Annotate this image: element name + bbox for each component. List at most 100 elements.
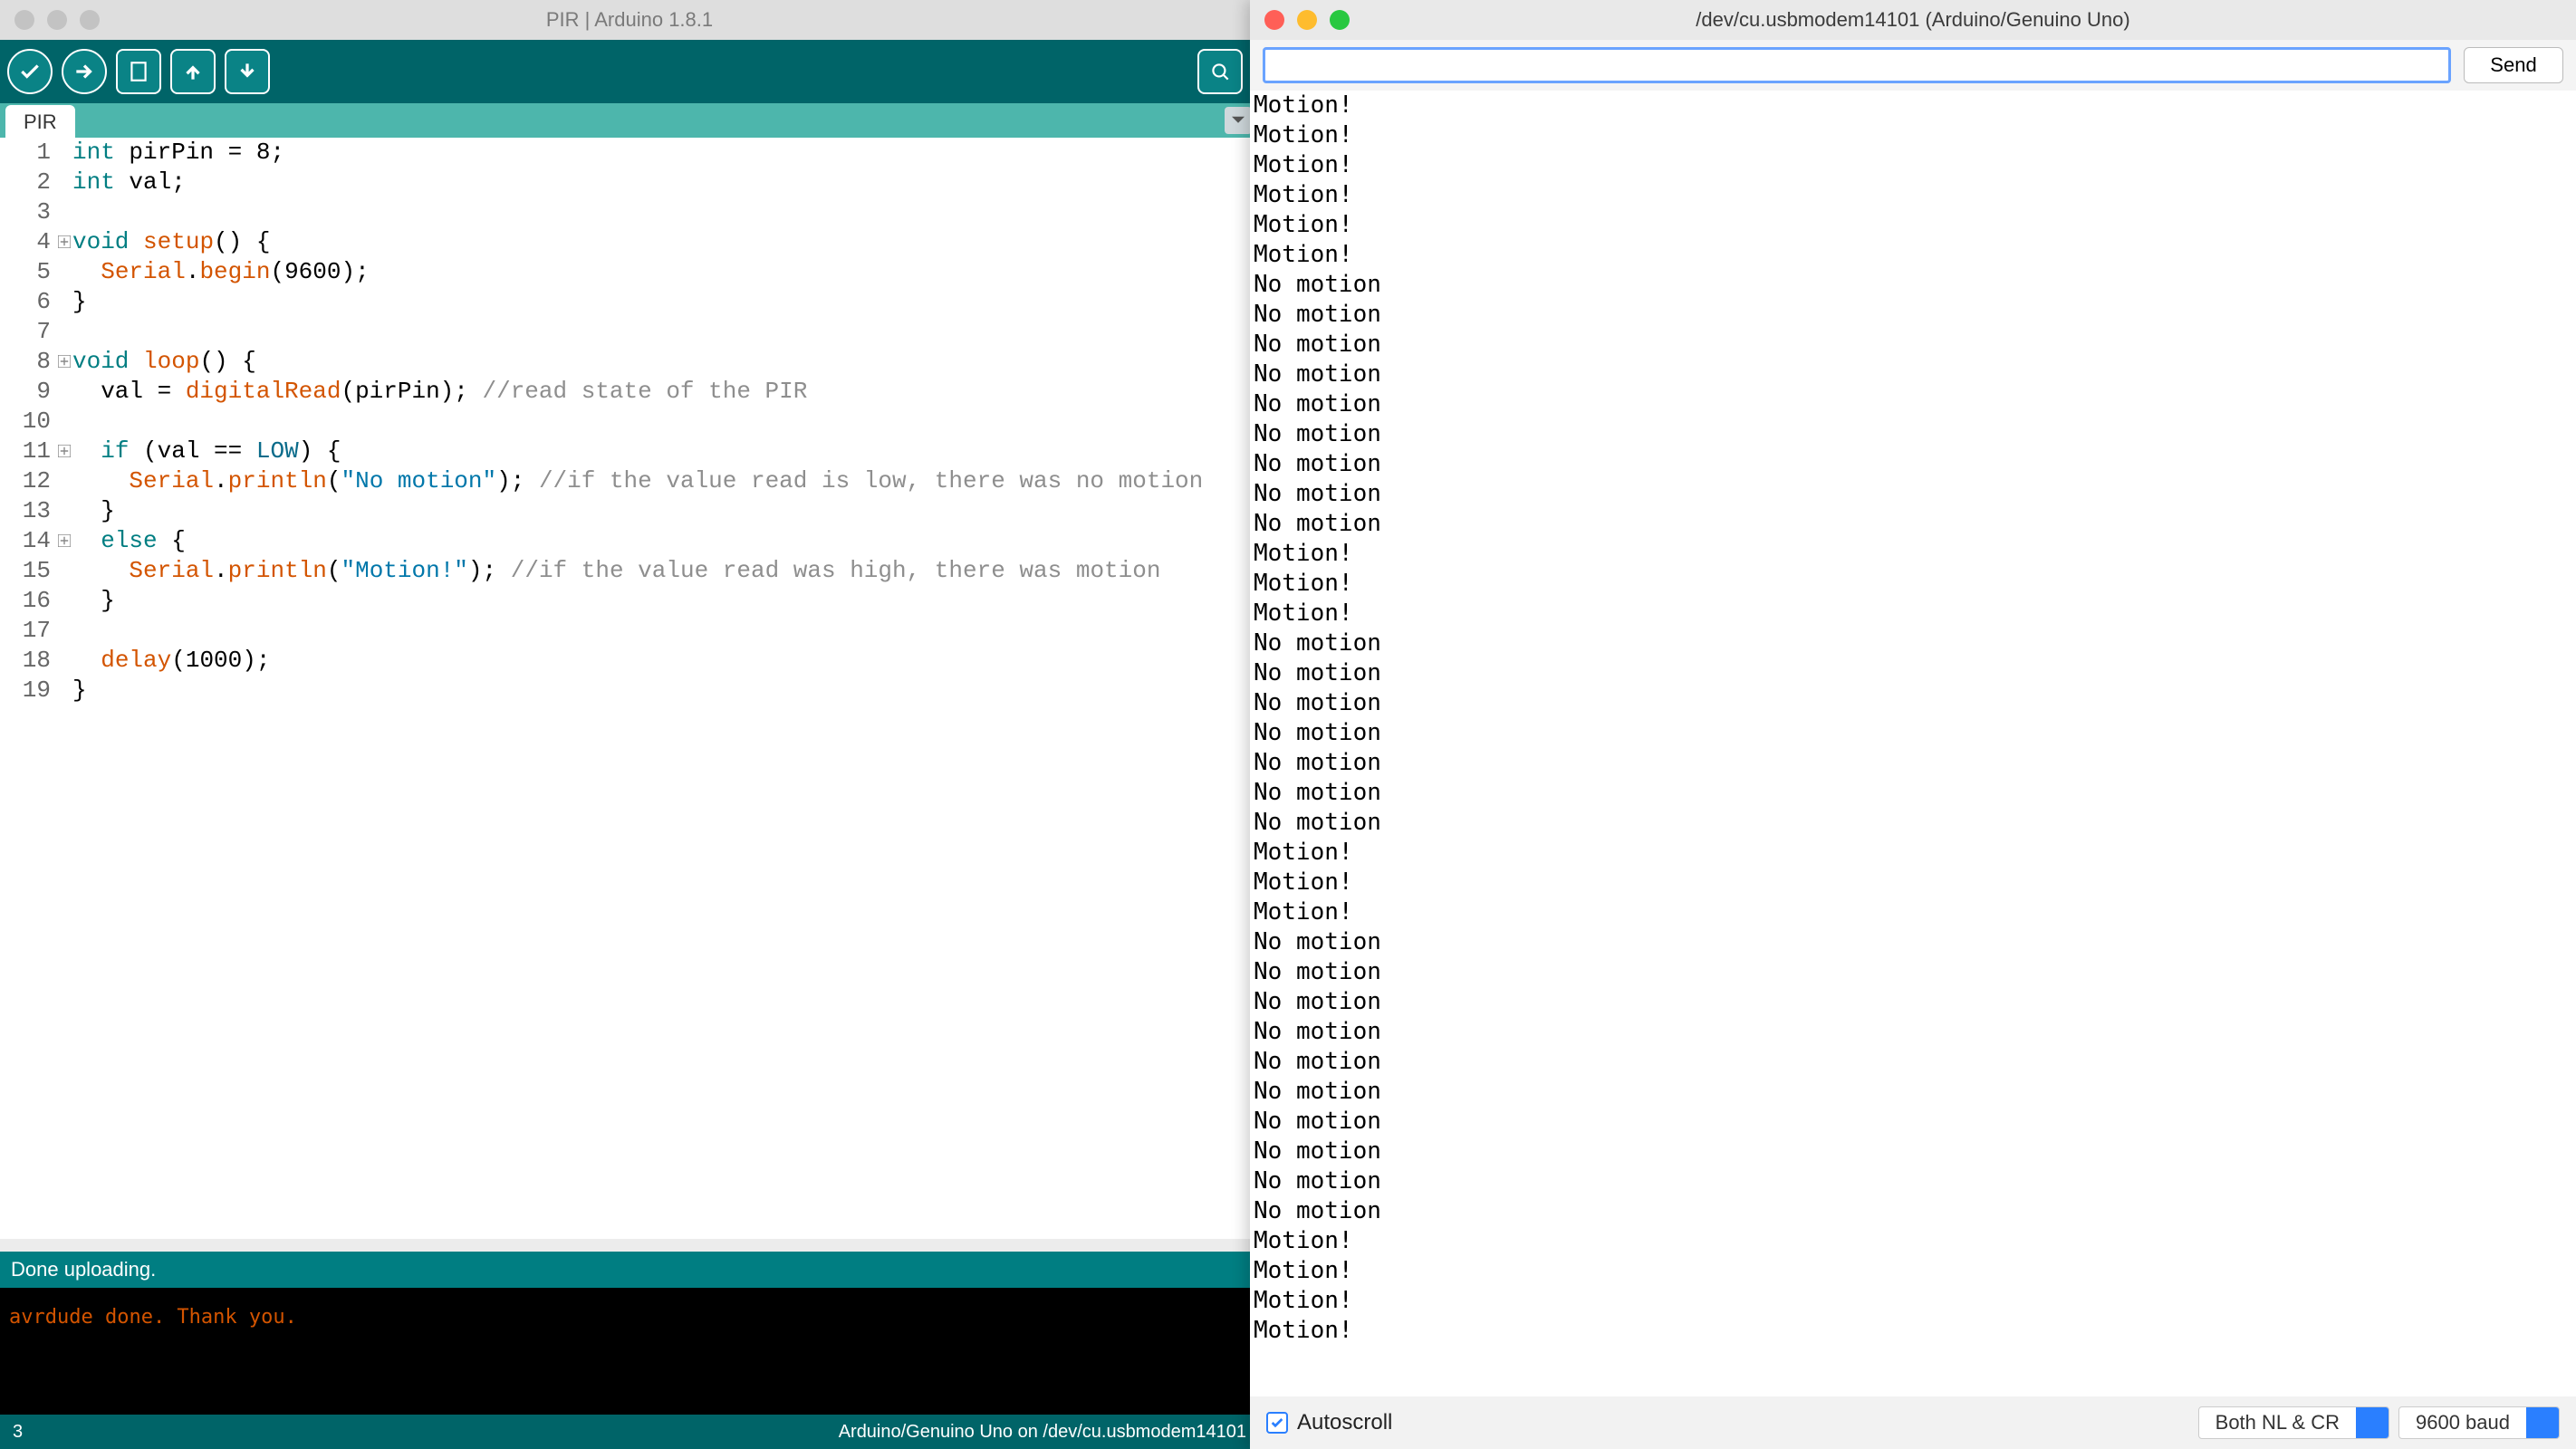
serial-line: Motion! [1254,838,2572,868]
serial-input-row: Send [1250,40,2576,91]
code-line[interactable]: 12 Serial.println("No motion"); //if the… [0,466,1259,496]
serial-monitor-window: /dev/cu.usbmodem14101 (Arduino/Genuino U… [1250,0,2576,1449]
serial-line: Motion! [1254,210,2572,240]
chevron-updown-icon [2526,1406,2559,1439]
code-line[interactable]: 4 void setup() { [0,227,1259,257]
code-line[interactable]: 7 [0,317,1259,347]
autoscroll-checkbox[interactable] [1266,1412,1288,1434]
serial-line: Motion! [1254,91,2572,120]
serial-line: No motion [1254,300,2572,330]
serial-line: Motion! [1254,868,2572,897]
save-file-button[interactable] [225,49,270,94]
code-line[interactable]: 9 val = digitalRead(pirPin); //read stat… [0,377,1259,407]
serial-line: No motion [1254,688,2572,718]
serial-input[interactable] [1263,47,2451,83]
code-line[interactable]: 1int pirPin = 8; [0,138,1259,168]
serial-line: Motion! [1254,1286,2572,1316]
new-file-button[interactable] [116,49,161,94]
tab-menu-button[interactable] [1225,107,1252,134]
line-ending-select[interactable]: Both NL & CR [2198,1406,2389,1439]
fold-icon[interactable] [58,227,72,242]
serial-line: Motion! [1254,1316,2572,1346]
code-text: } [72,287,87,317]
serial-monitor-button[interactable] [1197,49,1243,94]
serial-line: No motion [1254,1077,2572,1107]
serial-line: No motion [1254,1166,2572,1196]
send-button[interactable]: Send [2464,47,2563,83]
serial-line: No motion [1254,449,2572,479]
line-number: 13 [0,496,58,526]
line-number: 1 [0,138,58,168]
code-line[interactable]: 18 delay(1000); [0,646,1259,676]
footer-right: Arduino/Genuino Uno on /dev/cu.usbmodem1… [839,1422,1246,1443]
serial-line: No motion [1254,389,2572,419]
ide-toolbar [0,40,1259,103]
serial-line: Motion! [1254,599,2572,629]
code-line[interactable]: 3 [0,197,1259,227]
fold-icon[interactable] [58,347,72,361]
horizontal-scrollbar[interactable] [0,1239,1259,1252]
baud-select[interactable]: 9600 baud [2398,1406,2560,1439]
code-text: Serial.println("No motion"); //if the va… [72,466,1203,496]
console-output: avrdude done. Thank you. [0,1288,1259,1415]
line-number: 14 [0,526,58,556]
serial-title: /dev/cu.usbmodem14101 (Arduino/Genuino U… [1250,8,2576,32]
code-line[interactable]: 16 } [0,586,1259,616]
code-line[interactable]: 14 else { [0,526,1259,556]
line-number: 9 [0,377,58,407]
code-editor[interactable]: 1int pirPin = 8;2int val;34 void setup() … [0,138,1259,1239]
code-line[interactable]: 6} [0,287,1259,317]
line-number: 19 [0,676,58,705]
serial-line: Motion! [1254,180,2572,210]
serial-output[interactable]: Motion!Motion!Motion!Motion!Motion!Motio… [1250,91,2576,1396]
serial-line: Motion! [1254,539,2572,569]
line-number: 15 [0,556,58,586]
status-bar: Done uploading. [0,1252,1259,1288]
serial-line: No motion [1254,1047,2572,1077]
code-line[interactable]: 15 Serial.println("Motion!"); //if the v… [0,556,1259,586]
code-text: delay(1000); [72,646,270,676]
line-number: 5 [0,257,58,287]
code-line[interactable]: 2int val; [0,168,1259,197]
line-number: 8 [0,347,58,377]
line-number: 4 [0,227,58,257]
code-line[interactable]: 17 [0,616,1259,646]
verify-button[interactable] [7,49,53,94]
serial-line: Motion! [1254,150,2572,180]
serial-line: No motion [1254,419,2572,449]
arduino-ide-window: PIR | Arduino 1.8.1 PIR 1int pirPin = 8;… [0,0,1259,1449]
chevron-updown-icon [2356,1406,2389,1439]
serial-line: No motion [1254,1137,2572,1166]
serial-line: No motion [1254,1017,2572,1047]
code-line[interactable]: 11 if (val == LOW) { [0,437,1259,466]
fold-icon[interactable] [58,437,72,451]
code-text: } [72,586,115,616]
fold-icon[interactable] [58,526,72,541]
line-number: 12 [0,466,58,496]
code-line[interactable]: 13 } [0,496,1259,526]
line-number: 17 [0,616,58,646]
serial-line: No motion [1254,658,2572,688]
footer-left: 3 [13,1422,23,1443]
code-line[interactable]: 5 Serial.begin(9600); [0,257,1259,287]
line-number: 10 [0,407,58,437]
serial-line: No motion [1254,270,2572,300]
code-text: } [72,496,115,526]
code-text: if (val == LOW) { [72,437,341,466]
code-text: Serial.println("Motion!"); //if the valu… [72,556,1160,586]
serial-line: Motion! [1254,897,2572,927]
code-line[interactable]: 19} [0,676,1259,705]
serial-line: Motion! [1254,120,2572,150]
code-line[interactable]: 8void loop() { [0,347,1259,377]
line-number: 7 [0,317,58,347]
code-text: val = digitalRead(pirPin); //read state … [72,377,807,407]
code-text: void setup() { [72,227,270,257]
open-file-button[interactable] [170,49,216,94]
line-number: 18 [0,646,58,676]
serial-line: No motion [1254,330,2572,360]
upload-button[interactable] [62,49,107,94]
code-line[interactable]: 10 [0,407,1259,437]
tab-pir[interactable]: PIR [5,105,75,138]
serial-line: No motion [1254,808,2572,838]
serial-line: No motion [1254,360,2572,389]
